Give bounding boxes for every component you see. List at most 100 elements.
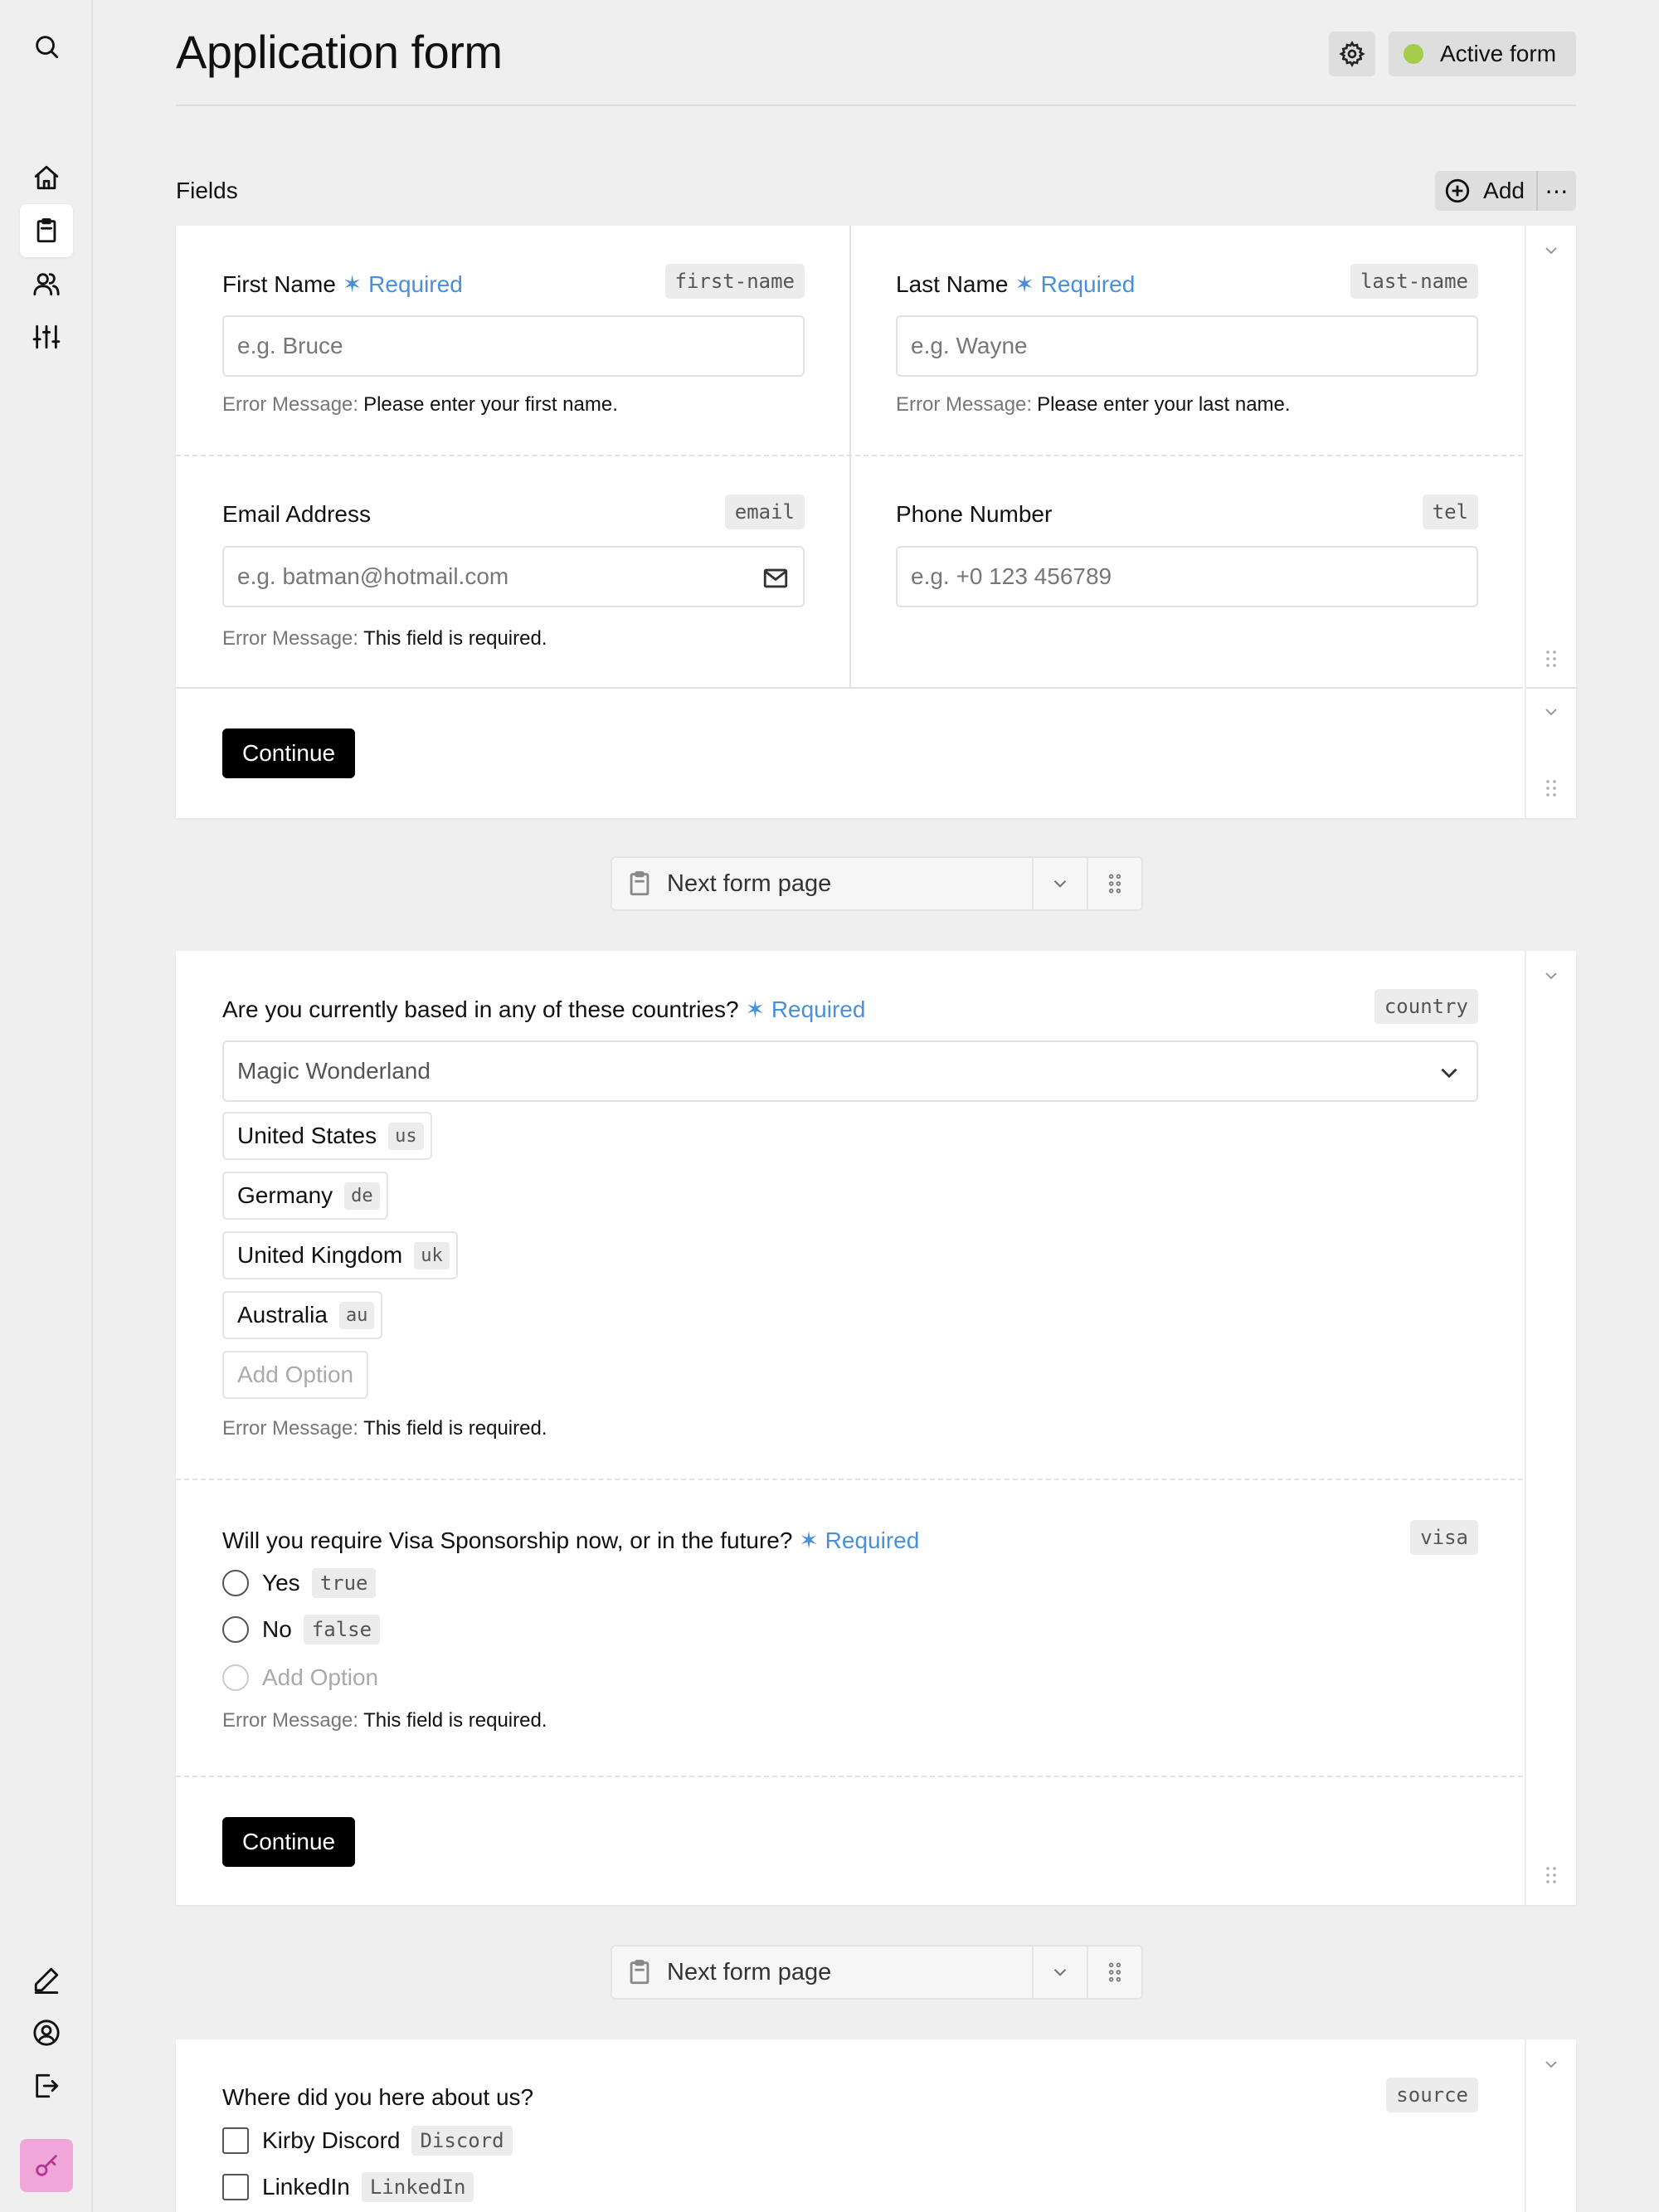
- radio-option[interactable]: No false: [222, 1615, 381, 1644]
- email-field: Email Address email e.g. batman@hotmail.…: [222, 495, 805, 684]
- first-name-input[interactable]: e.g. Bruce: [222, 315, 805, 377]
- drag-handle-icon[interactable]: [1541, 649, 1561, 674]
- chevron-down-icon[interactable]: [1034, 1961, 1087, 1983]
- continue-button[interactable]: Continue: [222, 728, 356, 778]
- last-name-field: Last Name ✶ Required last-name e.g. Wayne…: [896, 264, 1478, 453]
- add-label: Add: [1483, 178, 1525, 203]
- sliders-icon[interactable]: [20, 310, 73, 363]
- chevron-down-icon[interactable]: [1541, 241, 1561, 261]
- checkbox-label: Kirby Discord: [262, 2127, 401, 2153]
- chevron-down-icon[interactable]: [1541, 702, 1561, 722]
- option-item[interactable]: Germany de: [222, 1172, 388, 1220]
- error-message-key: Error Message:: [222, 1709, 359, 1732]
- radio-button[interactable]: [222, 1570, 249, 1596]
- option-value-tag: false: [303, 1615, 381, 1644]
- chevron-down-icon[interactable]: [1541, 966, 1561, 986]
- radio-option[interactable]: Yes true: [222, 1568, 377, 1598]
- clipboard-icon: [625, 870, 654, 898]
- option-value-tag: de: [344, 1182, 380, 1210]
- checkbox-label: LinkedIn: [262, 2174, 350, 2200]
- continue-button[interactable]: Continue: [222, 1817, 356, 1867]
- option-label: United Kingdom: [237, 1242, 403, 1268]
- users-icon[interactable]: [20, 257, 73, 310]
- pen-icon[interactable]: [20, 1953, 73, 2006]
- mail-icon: [761, 564, 790, 592]
- card-gutter: [1525, 226, 1578, 818]
- last-name-input[interactable]: e.g. Wayne: [896, 315, 1478, 377]
- error-message-text: This field is required.: [363, 627, 547, 650]
- drag-handle-icon[interactable]: [1541, 1865, 1561, 1890]
- required-badge: ✶ Required: [342, 271, 463, 297]
- checkbox[interactable]: [222, 2174, 249, 2200]
- option-item[interactable]: United Kingdom uk: [222, 1231, 458, 1279]
- error-message-key: Error Message:: [222, 1417, 359, 1440]
- email-input[interactable]: e.g. batman@hotmail.com: [222, 546, 805, 607]
- error-message-key: Error Message:: [896, 393, 1033, 416]
- option-item[interactable]: Australia au: [222, 1291, 383, 1339]
- field-key-tag: country: [1374, 989, 1478, 1024]
- key-icon[interactable]: [20, 2139, 73, 2192]
- add-button[interactable]: Add: [1435, 171, 1538, 211]
- more-options-button[interactable]: ⋯: [1538, 171, 1576, 211]
- checkbox-option[interactable]: Kirby Discord Discord: [222, 2126, 513, 2156]
- checkbox[interactable]: [222, 2127, 249, 2154]
- chevron-down-icon[interactable]: [1034, 873, 1087, 894]
- search-icon[interactable]: [20, 20, 73, 73]
- logout-icon[interactable]: [20, 2059, 73, 2112]
- first-name-field: First Name ✶ Required first-name e.g. Bru…: [222, 264, 805, 453]
- field-key-tag: last-name: [1350, 264, 1478, 299]
- error-message-text: Please enter your first name.: [363, 393, 618, 416]
- form-page-card-3: Where did you here about us? source Kirb…: [176, 2039, 1576, 2212]
- country-select[interactable]: Magic Wonderland: [222, 1040, 1478, 1102]
- country-label-wrap: Are you currently based in any of these …: [222, 996, 865, 1023]
- user-circle-icon[interactable]: [20, 2006, 73, 2059]
- status-button[interactable]: Active form: [1389, 32, 1576, 76]
- next-page-label: Next form page: [667, 870, 832, 897]
- required-badge: ✶ Required: [745, 996, 866, 1022]
- radio-button[interactable]: [222, 1616, 249, 1643]
- clipboard-icon[interactable]: [20, 204, 73, 257]
- source-label: Where did you here about us?: [222, 2084, 534, 2110]
- plus-circle-icon: [1446, 178, 1470, 203]
- chevron-down-icon[interactable]: [1541, 2054, 1561, 2074]
- status-label: Active form: [1440, 41, 1557, 66]
- home-icon[interactable]: [20, 151, 73, 204]
- section-title: Fields: [176, 178, 238, 203]
- phone-label: Phone Number: [896, 501, 1053, 527]
- error-message: Error Message: This field is required.: [222, 1417, 547, 1440]
- chevron-down-icon: [1435, 1059, 1463, 1087]
- error-message-text: Please enter your last name.: [1037, 393, 1291, 416]
- field-key-tag: tel: [1422, 495, 1478, 529]
- sidebar: [0, 0, 93, 2212]
- error-message: Error Message: This field is required.: [222, 627, 547, 650]
- add-option-button[interactable]: Add Option: [222, 1351, 369, 1399]
- phone-input[interactable]: e.g. +0 123 456789: [896, 546, 1478, 607]
- card-gutter: [1525, 2039, 1576, 2212]
- radio-button: [222, 1664, 249, 1691]
- settings-button[interactable]: [1329, 32, 1375, 76]
- error-message-key: Error Message:: [222, 393, 359, 416]
- error-message: Error Message: This field is required.: [222, 1709, 547, 1732]
- visa-field: Will you require Visa Sponsorship now, o…: [222, 1520, 1478, 1759]
- field-key-tag: email: [724, 495, 805, 529]
- radio-label: Yes: [262, 1570, 300, 1596]
- option-item[interactable]: United States us: [222, 1112, 432, 1160]
- option-value-tag: uk: [414, 1241, 450, 1269]
- required-badge: ✶ Required: [799, 1527, 920, 1553]
- phone-field: Phone Number tel e.g. +0 123 456789: [896, 495, 1478, 650]
- drag-handle-icon[interactable]: [1541, 778, 1561, 803]
- option-value-tag: au: [338, 1301, 375, 1329]
- first-name-label-wrap: First Name ✶ Required: [222, 270, 463, 298]
- add-option-label: Add Option: [262, 1664, 379, 1690]
- next-form-page-divider[interactable]: Next form page: [611, 1945, 1143, 2000]
- drag-handle-icon[interactable]: [1088, 873, 1141, 894]
- country-label: Are you currently based in any of these …: [222, 996, 739, 1022]
- required-badge: ✶ Required: [1014, 271, 1136, 297]
- drag-handle-icon[interactable]: [1088, 1961, 1141, 1983]
- error-message: Error Message: Please enter your first na…: [222, 393, 618, 417]
- checkbox-option[interactable]: LinkedIn LinkedIn: [222, 2172, 474, 2202]
- email-label: Email Address: [222, 501, 371, 527]
- add-option-button[interactable]: Add Option: [222, 1664, 378, 1691]
- next-form-page-divider[interactable]: Next form page: [611, 856, 1143, 911]
- field-key-tag: first-name: [664, 264, 805, 299]
